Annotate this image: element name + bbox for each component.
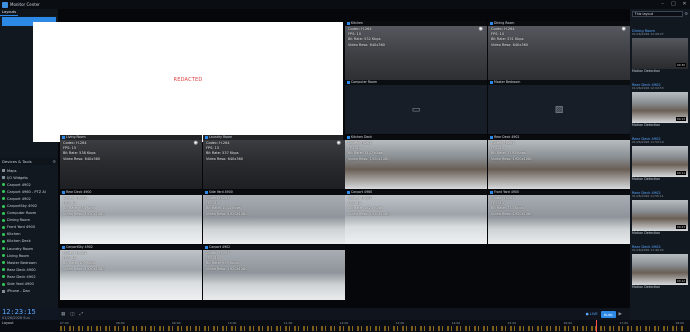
camera-offline-icon: ▭ xyxy=(411,104,421,115)
camera-status-icon xyxy=(2,232,5,236)
camera-tile-side-yard-4900[interactable]: Side Yard 4900 Codec: H.264 FPS: 15 Bit Ra… xyxy=(203,190,345,244)
device-list: Maps I/O Widgets Carport 4902 Carport 49… xyxy=(0,167,58,295)
list-item[interactable]: Kitchen Deck xyxy=(0,238,58,245)
recording-bar xyxy=(60,326,684,331)
list-item[interactable]: Carport 4902 xyxy=(0,195,58,202)
camera-status-icon xyxy=(2,239,5,243)
current-time: 12:23:15 xyxy=(2,308,36,316)
camera-status-icon xyxy=(2,261,5,265)
camera-status-icon xyxy=(2,254,5,258)
fullscreen-icon[interactable]: ⤢ xyxy=(80,311,84,317)
camera-status-icon xyxy=(2,218,5,222)
timeline-label: Layout xyxy=(2,321,14,325)
mode-button[interactable]: Auto xyxy=(600,310,616,318)
list-item[interactable]: Computer Room xyxy=(0,210,58,217)
list-item[interactable]: Maps xyxy=(0,167,58,174)
eye-icon[interactable]: ◉ xyxy=(622,26,626,32)
camera-status-icon xyxy=(2,190,5,194)
list-item[interactable]: Living Room xyxy=(0,252,58,259)
title-bar: Monitor Center – □ ✕ xyxy=(0,0,690,9)
list-item[interactable]: Kitchen xyxy=(0,231,58,238)
list-item[interactable]: iPhone - Dan xyxy=(0,288,58,295)
event-item[interactable]: Rear Deck 4902 01/26/2026 11:46:22 00:12 … xyxy=(630,244,690,298)
list-item[interactable]: Laundry Room xyxy=(0,245,58,252)
event-list: Dining Room 01/26/2026 12:08:27 00:30 Mot… xyxy=(630,28,690,298)
camera-grid: REDACTED Kitchen Codec: H.264 FPS: 10 Bit … xyxy=(33,9,630,308)
camera-status-icon xyxy=(2,183,5,187)
tab-layouts[interactable]: Layouts xyxy=(0,9,19,16)
camera-tile-carportsky-4902[interactable]: CarportSky 4902 Codec: H.264 FPS: 15 Bit R… xyxy=(60,245,202,300)
camera-status-icon xyxy=(2,247,5,251)
control-bar: ▦ ◫ ⤢ ● LIVE Auto ▶ xyxy=(58,308,630,320)
camera-tile-dining-room[interactable]: Dining Room Codec: H.264 FPS: 10 Bit Rate:… xyxy=(488,21,630,88)
camera-tile-computer-room[interactable]: Computer Room ▭ xyxy=(345,80,487,134)
list-item[interactable]: I/O Widgets xyxy=(0,174,58,181)
left-tabs: Layouts xyxy=(0,9,58,16)
camera-tile-rear-deck-4900[interactable]: Rear Deck 4900 Codec: H.264 FPS: 15 Bit Ra… xyxy=(60,190,202,244)
settings-icon[interactable]: ⚙ xyxy=(684,11,688,16)
camera-status-icon xyxy=(2,225,5,229)
timeline[interactable]: Layout 07:00 08:00 09:00 10:00 11:00 12:00 13:… xyxy=(0,320,690,332)
settings-icon[interactable]: ⚙ xyxy=(52,159,56,164)
camera-status-icon xyxy=(2,197,5,201)
camera-tile-carport-4960[interactable]: Carport 4960 Codec: H.264 FPS: 15 Bit Rate… xyxy=(345,190,487,244)
timeline-ticks: 07:00 08:00 09:00 10:00 11:00 12:00 13:00 14:00… xyxy=(60,321,684,325)
camera-disabled-icon: ▨ xyxy=(554,104,564,115)
camera-tile-kitchen[interactable]: Kitchen Codec: H.264 FPS: 10 Bit Rate: 532… xyxy=(345,21,487,88)
camera-tile-living-room[interactable]: Living Room Codec: H.264 FPS: 15 Bit Rate:… xyxy=(60,135,202,189)
minimize-button[interactable]: – xyxy=(657,0,668,9)
phone-icon xyxy=(2,289,5,293)
event-item[interactable]: Rear Deck 4902 01/26/2026 11:55:11 00:23 … xyxy=(630,190,690,244)
list-item[interactable]: Front Yard 4900 xyxy=(0,224,58,231)
camera-tile-master-bedroom[interactable]: Master Bedroom ▨ xyxy=(488,80,630,134)
layout-grid-icon[interactable]: ▦ xyxy=(61,312,65,317)
clock-panel: 12:23:15 01/26/2026 Sun xyxy=(0,308,58,320)
list-item[interactable]: Dining Room xyxy=(0,217,58,224)
camera-tile-laundry-room[interactable]: Laundry Room Codec: H.264 FPS: 15 Bit Rate… xyxy=(203,135,345,189)
list-item[interactable]: Carport 4960 - PTZ Al xyxy=(0,188,58,195)
devices-header: Devices & Tools ⚙ xyxy=(0,158,58,165)
camera-tile-rear-deck-4902[interactable]: Rear Deck 4902 Codec: H.264 FPS: 15 Bit Ra… xyxy=(488,135,630,189)
camera-status-icon xyxy=(2,282,5,286)
right-panel: This layout ⚙ Dining Room 01/26/2026 12:0… xyxy=(630,9,690,320)
camera-status-icon xyxy=(2,268,5,272)
camera-tile-front-yard-4900[interactable]: Front Yard 4900 Codec: H.264 FPS: 15 Bit R… xyxy=(488,190,630,244)
list-item[interactable]: Carport 4902 xyxy=(0,181,58,188)
monitor-center-window: Monitor Center – □ ✕ Layouts Devices & T… xyxy=(0,0,690,332)
camera-tile-carport-4902[interactable]: Carport 4902 Codec: H.264 FPS: 15 Bit Rate… xyxy=(203,245,345,300)
redacted-label: REDACTED xyxy=(173,77,203,83)
close-button[interactable]: ✕ xyxy=(679,0,690,9)
event-item[interactable]: Rear Deck 4902 01/26/2026 12:04:53 00:13 … xyxy=(630,82,690,136)
list-item[interactable]: Rear Deck 4902 xyxy=(0,273,58,280)
event-item[interactable]: Rear Deck 4902 01/26/2026 11:59:19 00:11 … xyxy=(630,136,690,190)
camera-status-icon xyxy=(2,211,5,215)
app-logo-icon xyxy=(2,1,8,8)
devices-title: Devices & Tools xyxy=(2,159,32,164)
list-item[interactable]: CarportSky 4902 xyxy=(0,202,58,209)
eye-icon[interactable]: ◉ xyxy=(194,140,198,146)
list-item[interactable]: Side Yard 4900 xyxy=(0,281,58,288)
layout-select[interactable]: This layout xyxy=(632,10,684,17)
camera-status-icon xyxy=(2,204,5,208)
list-item[interactable]: Master Bedroom xyxy=(0,259,58,266)
widget-icon xyxy=(2,176,5,180)
event-item[interactable]: Dining Room 01/26/2026 12:08:27 00:30 Mot… xyxy=(630,28,690,82)
play-icon[interactable]: ▶ xyxy=(619,312,622,317)
maximize-button[interactable]: □ xyxy=(668,0,679,9)
eye-icon[interactable]: ◉ xyxy=(479,26,483,32)
camera-tile-kitchen-deck[interactable]: Kitchen Deck Codec: H.264 FPS: 15 Bit Rate… xyxy=(345,135,487,189)
timeline-cursor[interactable] xyxy=(596,320,597,332)
map-icon xyxy=(2,169,5,173)
layout-filter: This layout ⚙ xyxy=(630,9,690,18)
snapshot-icon[interactable]: ◫ xyxy=(70,312,74,317)
redacted-area: REDACTED xyxy=(33,22,343,142)
window-controls: – □ ✕ xyxy=(657,0,690,9)
app-title: Monitor Center xyxy=(10,2,40,7)
eye-icon[interactable]: ◉ xyxy=(337,140,341,146)
live-indicator[interactable]: ● LIVE xyxy=(586,312,598,316)
list-item[interactable]: Rear Deck 4900 xyxy=(0,266,58,273)
camera-status-icon xyxy=(2,275,5,279)
